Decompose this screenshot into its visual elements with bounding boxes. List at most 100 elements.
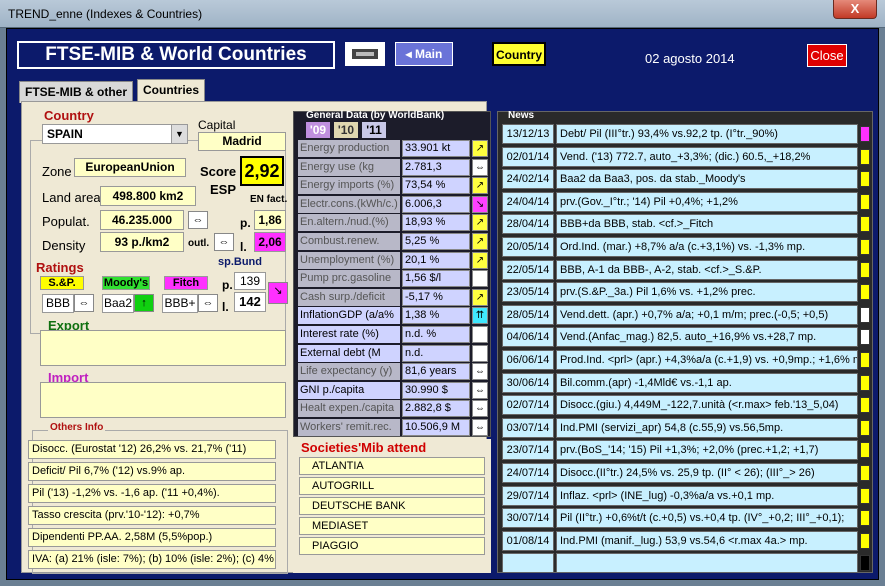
- fitch-trend-icon: ⇔: [198, 294, 218, 312]
- general-row-label: Life expectancy (y): [298, 363, 400, 381]
- society-item[interactable]: PIAGGIO: [299, 537, 485, 555]
- news-text: prv.(Gov._I°tr.; '14) Pil +0,4%; +1,2%: [556, 191, 858, 212]
- others-info-row: Pil ('13) -1,2% vs. -1,6 ap. ('11 +0,4%)…: [28, 484, 276, 503]
- society-item[interactable]: DEUTSCHE BANK: [299, 497, 485, 515]
- news-text: Pil (II°tr.) +0,6%t/t (c.+0,5) vs.+0,4 t…: [556, 508, 858, 529]
- year-11[interactable]: '11: [362, 122, 386, 138]
- general-data-label: General Data (by WorldBank): [306, 110, 445, 121]
- news-status-marker: [860, 216, 870, 233]
- trend-arrow-icon: ⇔: [472, 381, 488, 399]
- news-date: 30/06/14: [502, 372, 554, 393]
- trend-arrow-icon: ↗: [472, 233, 488, 250]
- general-row-value: 20,1 %: [402, 251, 470, 269]
- news-text: Disocc.(II°tr.) 24,5% vs. 25,9 tp. (II° …: [556, 463, 858, 483]
- news-status-marker: [860, 374, 870, 391]
- spbund-p-value: 139: [234, 272, 266, 290]
- trend-arrow-icon: ⇈: [472, 307, 488, 325]
- general-row-value: -5,17 %: [402, 288, 470, 306]
- tab-ftse-mib[interactable]: FTSE-MIB & other: [19, 81, 133, 103]
- general-row-label: Energy imports (%): [298, 177, 400, 195]
- news-date: 06/06/14: [502, 350, 554, 370]
- general-row: Energy production 33.901 kt ↗: [298, 140, 488, 158]
- year-09[interactable]: '09: [306, 122, 330, 138]
- window-close-button[interactable]: X: [833, 0, 877, 19]
- tab-countries[interactable]: Countries: [137, 79, 206, 103]
- society-item[interactable]: AUTOGRILL: [299, 477, 485, 495]
- moodys-label: Moody's: [102, 276, 150, 290]
- sp-label: S.&P.: [40, 276, 84, 290]
- density-label: Density: [42, 238, 86, 253]
- news-date: 03/07/14: [502, 417, 554, 438]
- en-fact-label: EN fact.: [250, 194, 288, 205]
- main-button[interactable]: ◂ Main: [395, 42, 453, 66]
- general-row-value: n.d.: [402, 344, 470, 362]
- general-row-label: Interest rate (%): [298, 326, 400, 343]
- land-area-label: Land area: [42, 190, 101, 205]
- land-area-value: 498.800 km2: [100, 186, 196, 206]
- general-row-label: InflationGDP (a/a%: [298, 307, 400, 325]
- news-status-marker: [860, 510, 870, 527]
- news-text: prv.(S.&P._3a.) Pil 1,6% vs. +1,2% prec.: [556, 282, 858, 303]
- news-text: Bil.comm.(apr) -1,4Mld€ vs.-1,1 ap.: [556, 372, 858, 393]
- news-text: Disocc.(giu.) 4,449M_-122,7.unità (<r.ma…: [556, 395, 858, 416]
- others-info-row: Dipendenti PP.AA. 2,58M (5,5%pop.): [28, 528, 276, 547]
- news-status-marker: [860, 126, 870, 142]
- news-status-marker: [860, 239, 870, 255]
- general-row: Unemployment (%) 20,1 % ↗: [298, 251, 488, 270]
- news-status-marker: [860, 261, 870, 278]
- news-date: 23/05/14: [502, 282, 554, 303]
- news-status-marker: [860, 148, 870, 165]
- news-date: 29/07/14: [502, 485, 554, 506]
- chevron-down-icon[interactable]: ▼: [171, 125, 187, 143]
- news-status-marker: [860, 397, 870, 414]
- general-row-label: External debt (M: [298, 344, 400, 362]
- fitch-value: BBB+: [162, 294, 198, 313]
- trend-arrow-icon: ↗: [472, 214, 488, 232]
- country-button[interactable]: Country: [492, 42, 546, 66]
- general-row-value: 1,38 %: [402, 307, 470, 325]
- general-row: Energy imports (%) 73,54 % ↗: [298, 177, 488, 195]
- trend-arrow-icon: ↗: [472, 288, 488, 306]
- logo-icon: [352, 49, 378, 59]
- zone-label: Zone: [42, 164, 72, 179]
- fitch-label: Fitch: [164, 276, 208, 290]
- close-button[interactable]: Close: [807, 44, 847, 67]
- logo-button[interactable]: [345, 42, 385, 66]
- general-row-value: 33.901 kt: [402, 140, 470, 157]
- society-item[interactable]: MEDIASET: [299, 517, 485, 535]
- spbund-l-value: 142: [234, 292, 266, 312]
- general-row-label: Pump prc.gasoline: [298, 270, 400, 288]
- year-10[interactable]: '10: [334, 122, 358, 138]
- trend-arrow-icon: ↘: [472, 195, 488, 213]
- general-row-value: 2.882,8 $: [402, 400, 470, 418]
- news-date: 04/06/14: [502, 327, 554, 348]
- news-text: Baa2 da Baa3, pos. da stab._Moody's: [556, 169, 858, 190]
- news-status-marker: [860, 442, 870, 459]
- general-row: En.altern./nud.(%) 18,93 % ↗: [298, 214, 488, 232]
- general-row: Life expectancy (y) 81,6 years ⇔: [298, 363, 488, 381]
- outlook-trend-icon: ⇔: [214, 233, 234, 251]
- society-item[interactable]: ATLANTIA: [299, 457, 485, 475]
- news-date: 22/05/14: [502, 259, 554, 280]
- country-select[interactable]: SPAIN ▼: [42, 124, 188, 144]
- main-button-label: Main: [415, 47, 443, 61]
- app-window: FTSE-MIB & World Countries ◂ Main Countr…: [6, 28, 879, 580]
- general-row: Interest rate (%) n.d. %: [298, 326, 488, 344]
- news-text: Ord.Ind. (mar.) +8,7% a/a (c.+3,1%) vs. …: [556, 237, 858, 257]
- news-text: [556, 553, 858, 574]
- general-row-value: 73,54 %: [402, 177, 470, 195]
- societies-panel: Societies'Mib attend ATLANTIA AUTOGRILL DE…: [293, 439, 491, 573]
- news-text: Vend.(Anfac_mag.) 82,5. auto_+16,9% vs.+…: [556, 327, 858, 348]
- general-row-value: 6.006,3: [402, 195, 470, 213]
- general-row-value: 18,93 %: [402, 214, 470, 232]
- ratings-section-label: Ratings: [36, 260, 84, 275]
- news-date: [502, 553, 554, 574]
- news-status-marker: [860, 352, 870, 368]
- en-fact-p-value: 1,86: [254, 210, 286, 230]
- general-row-value: 5,25 %: [402, 233, 470, 250]
- country-section-label: Country: [44, 108, 94, 123]
- capital-label: Capital: [198, 118, 236, 132]
- en-fact-l-value: 2,06: [254, 232, 286, 252]
- news-status-marker: [860, 419, 870, 436]
- trend-arrow-icon: ⇔: [472, 363, 488, 381]
